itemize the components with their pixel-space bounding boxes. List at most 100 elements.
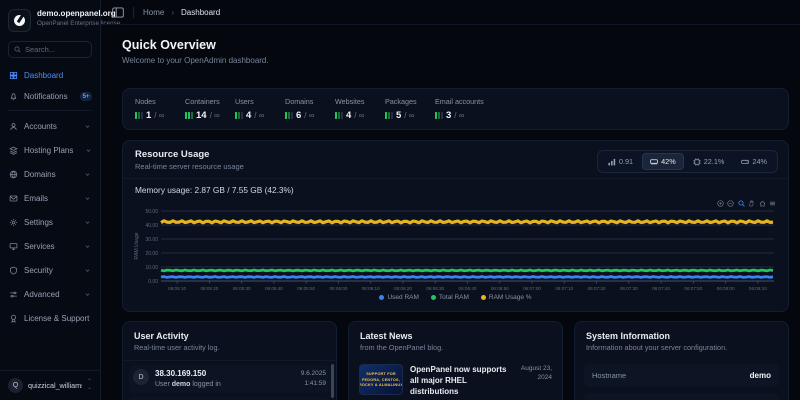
svg-text:06:06:10: 06:06:10: [362, 286, 380, 291]
system-info-subtitle: Information about your server configurat…: [586, 343, 728, 352]
chevron-down-icon: [85, 196, 90, 200]
disk-icon: [741, 159, 750, 164]
usage-gauge-icon: [335, 112, 343, 119]
activity-row[interactable]: D 38.30.169.150 User demo logged in 9.6.…: [129, 365, 330, 393]
svg-text:06:07:40: 06:07:40: [652, 286, 670, 291]
divider: [8, 110, 92, 111]
ram-chart: RAM Usage 0.00 10.00 20.00 30.00 40.00 50.00 06…: [131, 197, 780, 301]
svg-text:06:06:00: 06:06:00: [330, 286, 348, 291]
legend-dot-icon: [480, 295, 486, 300]
chevron-down-icon: [85, 172, 90, 176]
svg-text:06:06:30: 06:06:30: [426, 286, 444, 291]
sidebar-item-domains[interactable]: Domains: [0, 162, 100, 186]
svg-text:50.00: 50.00: [145, 209, 158, 215]
zoom-out-icon[interactable]: [727, 200, 734, 207]
svg-text:06:06:50: 06:06:50: [491, 286, 509, 291]
user-menu[interactable]: Q quizzical_williams6 ⌃⌄: [0, 370, 100, 400]
openpanel-logo-icon: [8, 9, 31, 32]
svg-text:06:05:20: 06:05:20: [200, 286, 218, 291]
cpu-metric-button[interactable]: 22.1%: [685, 153, 733, 170]
memory-usage-label: Memory usage: 2.87 GB / 7.55 GB (42.3%): [135, 185, 294, 195]
search-box[interactable]: [8, 41, 92, 58]
legend-dot-icon: [430, 295, 436, 300]
search-input[interactable]: [25, 45, 86, 54]
sidebar-item-services[interactable]: Services: [0, 234, 100, 258]
sidebar-item-label: Notifications: [24, 92, 68, 101]
news-thumbnail: SUPPORT FOR FEDORA, CENTOS, ROCKY & ALMA…: [359, 364, 403, 395]
dashboard-icon: [9, 71, 18, 80]
mail-icon: [9, 195, 18, 201]
stat-nodes: Nodes 1/ ∞: [135, 97, 165, 121]
box-zoom-icon[interactable]: [737, 200, 745, 207]
usage-gauge-icon: [285, 112, 293, 119]
svg-text:06:05:50: 06:05:50: [297, 286, 315, 291]
page-subtitle: Welcome to your OpenAdmin dashboard.: [122, 56, 269, 65]
sidebar-item-dashboard[interactable]: Dashboard: [0, 65, 100, 86]
sidebar: demo.openpanel.org OpenPanel Enterprise …: [0, 0, 120, 400]
sidebar-item-label: Domains: [24, 169, 56, 179]
sidebar-item-settings[interactable]: Settings: [0, 210, 100, 234]
select-chevrons-icon: ⌃ ⌄: [86, 379, 92, 391]
chevron-down-icon: [85, 220, 90, 224]
system-info-title: System Information: [586, 331, 671, 341]
svg-text:10.00: 10.00: [145, 265, 158, 271]
user-activity-subtitle: Real-time user activity log.: [134, 343, 220, 352]
divider: [133, 6, 134, 18]
ram-icon: [650, 158, 658, 165]
load-metric-button[interactable]: 0.91: [600, 153, 641, 170]
ram-usage-chart[interactable]: RAM Usage 0.00 10.00 20.00 30.00 40.00 50.00 06…: [131, 197, 780, 293]
news-article[interactable]: SUPPORT FOR FEDORA, CENTOS, ROCKY & ALMA…: [349, 358, 562, 400]
sidebar-item-hosting-plans[interactable]: Hosting Plans: [0, 138, 100, 162]
legend-ram-usage-pct[interactable]: RAM Usage %: [480, 294, 532, 301]
services-icon: [9, 242, 18, 250]
home-icon[interactable]: [759, 200, 766, 207]
hosting-plans-icon: [9, 146, 18, 155]
sidebar-item-security[interactable]: Security: [0, 258, 100, 282]
svg-text:06:07:30: 06:07:30: [620, 286, 638, 291]
system-info-key: Hostname: [592, 371, 627, 380]
notifications-badge: 5+: [79, 92, 93, 101]
svg-text:06:05:10: 06:05:10: [168, 286, 186, 291]
stat-domains: Domains 6/ ∞: [285, 97, 315, 121]
news-article-title[interactable]: OpenPanel now supports all major RHEL di…: [410, 364, 513, 398]
svg-text:06:05:30: 06:05:30: [233, 286, 251, 291]
pan-icon[interactable]: [748, 200, 755, 207]
brand[interactable]: demo.openpanel.org OpenPanel Enterprise …: [0, 0, 120, 37]
sidebar-item-label: Security: [24, 265, 53, 275]
sidebar-item-accounts[interactable]: Accounts: [0, 114, 100, 138]
sidebar-item-license-support[interactable]: License & Support: [0, 306, 100, 330]
chart-legend: Used RAM Total RAM RAM Usage %: [131, 294, 780, 301]
stat-websites: Websites 4/ ∞: [335, 97, 365, 121]
activity-ip: 38.30.169.150: [155, 369, 207, 378]
zoom-in-icon[interactable]: [716, 200, 724, 207]
sidebar-toggle-icon[interactable]: [112, 6, 124, 18]
sidebar-item-notifications[interactable]: Notifications 5+: [0, 86, 100, 107]
breadcrumb-home[interactable]: Home: [143, 8, 164, 17]
menu-icon[interactable]: [769, 200, 776, 207]
breadcrumb-separator-icon: ›: [171, 7, 175, 17]
breadcrumb-current: Dashboard: [181, 7, 221, 17]
svg-text:0.00: 0.00: [148, 279, 158, 285]
svg-text:06:08:00: 06:08:00: [717, 286, 735, 291]
disk-metric-button[interactable]: 24%: [733, 153, 775, 170]
latest-news-title: Latest News: [360, 331, 413, 341]
usage-gauge-icon: [185, 112, 193, 119]
avatar: Q: [8, 378, 23, 393]
stat-users: Users 4/ ∞: [235, 97, 265, 121]
chevron-down-icon: [85, 292, 90, 296]
stats-card: Nodes 1/ ∞ Containers 14/ ∞ Users 4/ ∞ D…: [122, 88, 789, 130]
activity-row-partial[interactable]: [129, 396, 330, 400]
scrollbar[interactable]: [331, 364, 334, 398]
sidebar-item-label: License & Support: [24, 313, 90, 323]
legend-used-ram[interactable]: Used RAM: [379, 294, 419, 301]
svg-text:20.00: 20.00: [145, 251, 158, 257]
sidebar-item-emails[interactable]: Emails: [0, 186, 100, 210]
sidebar-item-label: Services: [24, 241, 55, 251]
legend-total-ram[interactable]: Total RAM: [430, 294, 469, 301]
system-information-card: System Information Information about you…: [574, 321, 789, 400]
ram-metric-button[interactable]: 42%: [642, 153, 684, 170]
gear-icon: [9, 218, 18, 226]
stat-email-accounts: Email accounts 3/ ∞: [435, 97, 484, 121]
sidebar-item-advanced[interactable]: Advanced: [0, 282, 100, 306]
sidebar-item-label: Settings: [24, 217, 53, 227]
